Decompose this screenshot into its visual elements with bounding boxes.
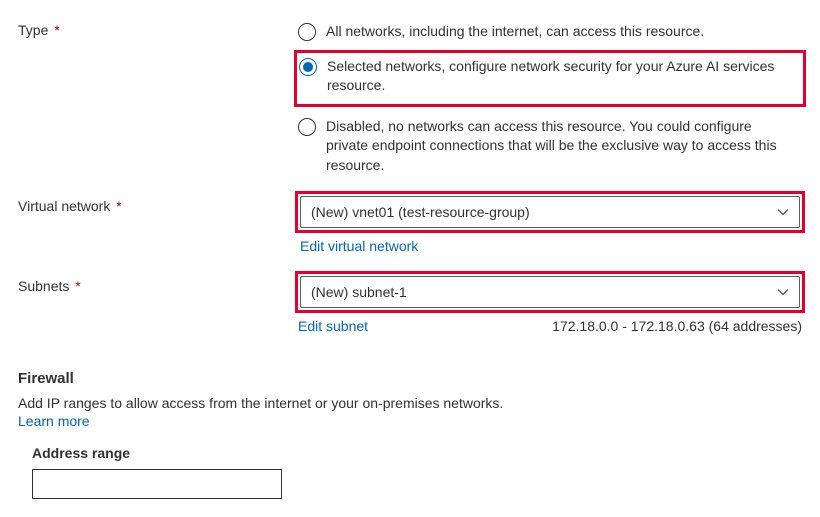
type-radio-disabled[interactable]: Disabled, no networks can access this re… [298,113,802,186]
type-radio-disabled-label: Disabled, no networks can access this re… [326,117,802,176]
subnets-highlight: (New) subnet-1 [295,271,805,313]
virtual-network-select[interactable]: (New) vnet01 (test-resource-group) [300,196,800,228]
subnets-control: (New) subnet-1 Edit subnet 172.18.0.0 - … [298,274,802,352]
address-range-input[interactable] [32,469,282,499]
address-range-label: Address range [32,445,802,461]
subnets-row: Subnets * (New) subnet-1 Edit subnet 172… [18,274,802,352]
subnets-label-text: Subnets [18,278,69,294]
subnets-subtext: Edit subnet 172.18.0.0 - 172.18.0.63 (64… [298,318,802,334]
radio-icon [298,23,316,41]
required-asterisk: * [116,198,121,214]
virtual-network-value: (New) vnet01 (test-resource-group) [311,204,530,220]
type-radio-all-label: All networks, including the internet, ca… [326,22,710,42]
edit-subnet-link[interactable]: Edit subnet [298,318,368,334]
subnets-label: Subnets * [18,274,298,294]
firewall-description: Add IP ranges to allow access from the i… [18,395,802,411]
chevron-down-icon [777,286,789,298]
virtual-network-control: (New) vnet01 (test-resource-group) Edit … [298,194,802,272]
radio-dot-icon [303,62,313,72]
type-radio-selected-highlight: Selected networks, configure network sec… [294,50,806,107]
type-label-text: Type [18,22,48,38]
radio-icon [298,118,316,136]
type-label: Type * [18,18,298,38]
type-radio-all[interactable]: All networks, including the internet, ca… [298,18,802,52]
subnets-select[interactable]: (New) subnet-1 [300,276,800,308]
virtual-network-row: Virtual network * (New) vnet01 (test-res… [18,194,802,272]
type-radio-selected[interactable]: Selected networks, configure network sec… [299,53,801,102]
virtual-network-label: Virtual network * [18,194,298,214]
type-options: All networks, including the internet, ca… [298,18,802,186]
virtual-network-label-text: Virtual network [18,198,110,214]
edit-virtual-network-link[interactable]: Edit virtual network [300,238,418,254]
type-radio-selected-label: Selected networks, configure network sec… [327,57,801,96]
virtual-network-highlight: (New) vnet01 (test-resource-group) [295,191,805,233]
required-asterisk: * [54,22,59,38]
required-asterisk: * [75,278,80,294]
radio-icon-selected [299,58,317,76]
firewall-heading: Firewall [18,370,802,387]
subnets-value: (New) subnet-1 [311,284,407,300]
type-row: Type * All networks, including the inter… [18,18,802,186]
chevron-down-icon [777,206,789,218]
subnet-ip-range: 172.18.0.0 - 172.18.0.63 (64 addresses) [552,318,802,334]
firewall-learn-more-link[interactable]: Learn more [18,413,90,429]
